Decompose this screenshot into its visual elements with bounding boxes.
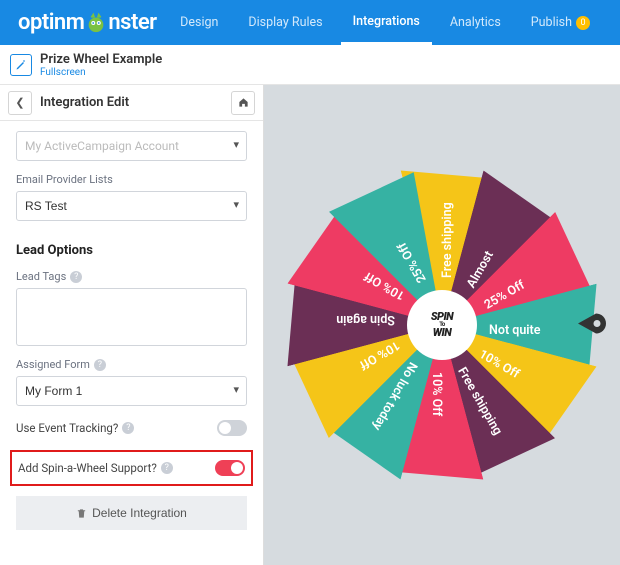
event-tracking-toggle[interactable] [217, 420, 247, 436]
campaign-name: Prize Wheel Example [40, 52, 162, 67]
back-button[interactable]: ❮ [8, 91, 32, 115]
tab-design[interactable]: Design [168, 0, 230, 45]
spin-support-label: Add Spin-a-Wheel Support? [18, 461, 157, 475]
brand-post: nster [108, 10, 156, 35]
home-icon [238, 97, 249, 108]
top-nav: optinm nster Design Display Rules Integr… [0, 0, 620, 45]
tab-display-rules[interactable]: Display Rules [236, 0, 334, 45]
help-icon[interactable]: ? [94, 359, 106, 371]
help-icon[interactable]: ? [70, 271, 82, 283]
wheel-pointer [576, 312, 606, 339]
tags-label: Lead Tags? [16, 270, 247, 283]
lists-label: Email Provider Lists [16, 173, 247, 186]
trash-icon [76, 508, 87, 519]
spin-wheel-highlight: Add Spin-a-Wheel Support?? [10, 450, 253, 486]
help-icon[interactable]: ? [122, 422, 134, 434]
pencil-icon [15, 59, 27, 71]
form-label: Assigned Form? [16, 358, 247, 371]
lists-select[interactable]: RS Test [16, 191, 247, 221]
tab-integrations[interactable]: Integrations [341, 0, 432, 45]
wheel-slice-label: Not quite [489, 323, 540, 338]
brand-logo: optinm nster [18, 10, 157, 35]
nav-tabs: Design Display Rules Integrations Analyt… [168, 0, 602, 45]
settings-sidebar[interactable]: ❮ Integration Edit My ActiveCampaign Acc… [0, 85, 264, 565]
spin-support-toggle[interactable] [215, 460, 245, 476]
campaign-type: Fullscreen [40, 67, 162, 78]
panel-header: ❮ Integration Edit [0, 85, 263, 121]
tab-publish-label: Publish [531, 15, 572, 30]
wheel-slice-label: 10% Off [429, 372, 444, 416]
preview-canvas: Free shippingAlmost25% OffNot quite10% O… [264, 85, 620, 565]
prize-wheel: Free shippingAlmost25% OffNot quite10% O… [282, 165, 602, 485]
event-tracking-row: Use Event Tracking?? [16, 420, 247, 436]
account-select[interactable]: My ActiveCampaign Account [16, 131, 247, 161]
panel-title: Integration Edit [40, 95, 223, 110]
monster-icon [85, 12, 107, 34]
home-button[interactable] [231, 91, 255, 115]
wheel-slice-label: 25% Off [395, 240, 430, 286]
lead-tags-input[interactable] [16, 288, 247, 346]
wheel-slice-label: Spin again [336, 312, 395, 327]
delete-integration-button[interactable]: Delete Integration [16, 496, 247, 530]
brand-pre: optinm [18, 10, 84, 35]
assigned-form-select[interactable]: My Form 1 [16, 376, 247, 406]
wheel-hub: SPIN To WIN [407, 290, 477, 360]
lead-options-title: Lead Options [16, 243, 247, 258]
tab-publish[interactable]: Publish 0 [519, 0, 602, 45]
event-tracking-label: Use Event Tracking? [16, 421, 118, 435]
campaign-header: Prize Wheel Example Fullscreen [0, 45, 620, 85]
edit-campaign-button[interactable] [10, 54, 32, 76]
tab-analytics[interactable]: Analytics [438, 0, 513, 45]
help-icon[interactable]: ? [161, 462, 173, 474]
wheel-slice-label: Free shipping [440, 202, 455, 278]
publish-badge: 0 [576, 16, 590, 30]
